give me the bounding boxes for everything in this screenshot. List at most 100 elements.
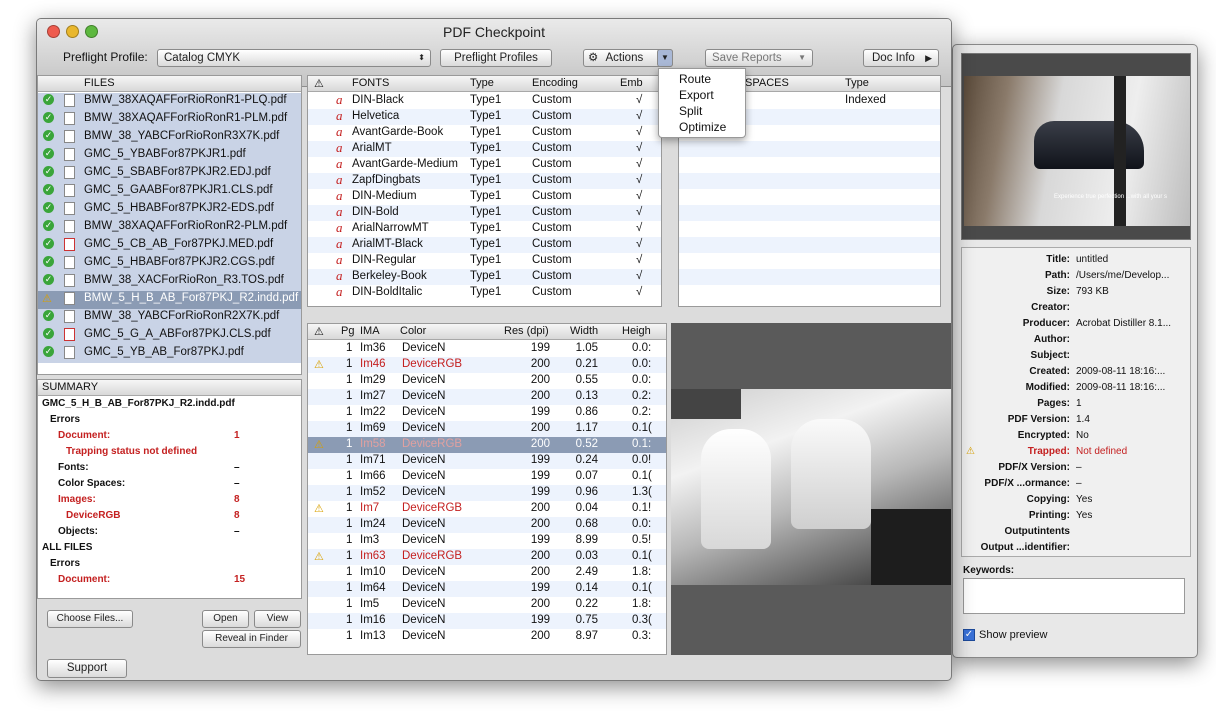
menu-item-optimize[interactable]: Optimize [679, 120, 726, 134]
font-row[interactable]: a DIN-BoldItalic Type1 Custom √ [308, 284, 661, 301]
space-row[interactable] [679, 253, 940, 269]
space-row[interactable] [679, 269, 940, 285]
image-row[interactable]: 1 Im10 DeviceN 200 2.49 1.8: [308, 565, 666, 581]
menu-item-split[interactable]: Split [679, 104, 702, 118]
file-row[interactable]: ✓ GMC_5_CB_AB_For87PKJ.MED.pdf [38, 237, 301, 255]
space-row[interactable] [679, 189, 940, 205]
font-row[interactable]: a Helvetica Type1 Custom √ [308, 108, 661, 125]
image-width: 0.07 [575, 470, 598, 482]
image-row[interactable]: 1 Im36 DeviceN 199 1.05 0.0: [308, 341, 666, 357]
font-row[interactable]: a ArialMT-Black Type1 Custom √ [308, 236, 661, 253]
image-color: DeviceRGB [402, 502, 463, 514]
image-row[interactable]: ⚠ 1 Im58 DeviceRGB 200 0.52 0.1: [308, 437, 666, 453]
image-row[interactable]: 1 Im3 DeviceN 199 8.99 0.5! [308, 533, 666, 549]
file-row[interactable]: ✓ BMW_38XAQAFForRioRonR2-PLM.pdf [38, 219, 301, 237]
image-row[interactable]: 1 Im27 DeviceN 200 0.13 0.2: [308, 389, 666, 405]
info-key: Trapped: [1027, 446, 1070, 457]
file-row[interactable]: ✓ GMC_5_GAABFor87PKJR1.CLS.pdf [38, 183, 301, 201]
space-row[interactable] [679, 205, 940, 221]
image-row[interactable]: 1 Im13 DeviceN 200 8.97 0.3: [308, 629, 666, 645]
font-row[interactable]: a AvantGarde-Book Type1 Custom √ [308, 124, 661, 141]
support-button[interactable]: Support [47, 659, 127, 678]
file-row[interactable]: ✓ BMW_38XAQAFForRioRonR1-PLM.pdf [38, 111, 301, 129]
font-row[interactable]: a ZapfDingbats Type1 Custom √ [308, 172, 661, 189]
font-row[interactable]: a ArialNarrowMT Type1 Custom √ [308, 220, 661, 237]
font-cell: Type1 [470, 142, 502, 154]
font-cell: √ [636, 110, 643, 122]
font-row[interactable]: a AvantGarde-Medium Type1 Custom √ [308, 156, 661, 173]
file-row[interactable]: ✓ BMW_38_YABCForRioRonR3X7K.pdf [38, 129, 301, 147]
font-cell: √ [636, 190, 643, 202]
space-row[interactable] [679, 141, 940, 157]
thumbnail-caption: Experience true perfection ...with all y… [1054, 194, 1168, 200]
file-row[interactable]: ✓ GMC_5_HBABFor87PKJR2.CGS.pdf [38, 255, 301, 273]
file-row[interactable]: ⚠ BMW_5_H_B_AB_For87PKJ_R2.indd.pdf [38, 291, 301, 309]
show-preview-checkbox[interactable]: ✓ [963, 629, 975, 641]
image-row[interactable]: 1 Im64 DeviceN 199 0.14 0.1( [308, 581, 666, 597]
menu-item-export[interactable]: Export [679, 88, 714, 102]
file-name: GMC_5_SBABFor87PKJR2.EDJ.pdf [84, 166, 271, 178]
summary-line: Fonts: [58, 462, 89, 473]
font-icon: a [336, 268, 343, 283]
open-button[interactable]: Open [202, 610, 249, 628]
preflight-profile-select[interactable]: Catalog CMYK ⬍ [157, 49, 431, 67]
doc-info-button[interactable]: Doc Info ▶ [863, 49, 939, 67]
space-row[interactable] [679, 285, 940, 301]
image-color: DeviceN [402, 630, 446, 642]
image-row[interactable]: 1 Im16 DeviceN 199 0.75 0.3( [308, 613, 666, 629]
image-row[interactable]: ⚠ 1 Im46 DeviceRGB 200 0.21 0.0: [308, 357, 666, 373]
preflight-profiles-button[interactable]: Preflight Profiles [440, 49, 552, 67]
gear-icon: ⚙ [588, 52, 599, 64]
image-row[interactable]: 1 Im66 DeviceN 199 0.07 0.1( [308, 469, 666, 485]
summary-line: Color Spaces: [58, 478, 126, 489]
font-row[interactable]: a ArialMT Type1 Custom √ [308, 140, 661, 157]
image-color: DeviceN [402, 566, 446, 578]
space-row[interactable] [679, 221, 940, 237]
image-color: DeviceRGB [402, 438, 463, 450]
image-row[interactable]: 1 Im52 DeviceN 199 0.96 1.3( [308, 485, 666, 501]
image-width: 0.14 [575, 582, 598, 594]
space-row[interactable] [679, 237, 940, 253]
file-row[interactable]: ✓ GMC_5_SBABFor87PKJR2.EDJ.pdf [38, 165, 301, 183]
space-row[interactable] [679, 173, 940, 189]
font-row[interactable]: a DIN-Black Type1 Custom √ [308, 92, 661, 109]
file-row[interactable]: ✓ BMW_38_YABCForRioRonR2X7K.pdf [38, 309, 301, 327]
image-res: 199 [530, 486, 550, 498]
image-width: 0.86 [575, 406, 598, 418]
actions-menu-arrow[interactable]: ▼ [657, 49, 673, 67]
image-name: Im22 [360, 406, 386, 418]
choose-files-button[interactable]: Choose Files... [47, 610, 133, 628]
font-row[interactable]: a DIN-Bold Type1 Custom √ [308, 204, 661, 221]
image-row[interactable]: ⚠ 1 Im7 DeviceRGB 200 0.04 0.1! [308, 501, 666, 517]
file-name: BMW_38_XACForRioRon_R3.TOS.pdf [84, 274, 284, 286]
keywords-field[interactable] [963, 578, 1185, 614]
images-col-name: IMA [360, 325, 380, 337]
images-col-height: Heigh [622, 325, 651, 337]
view-button[interactable]: View [254, 610, 301, 628]
actions-menu: Route Export Split Optimize [658, 68, 746, 138]
file-row[interactable]: ✓ GMC_5_YB_AB_For87PKJ.pdf [38, 345, 301, 363]
font-row[interactable]: a DIN-Medium Type1 Custom √ [308, 188, 661, 205]
menu-item-route[interactable]: Route [679, 72, 711, 86]
space-row[interactable] [679, 157, 940, 173]
image-row[interactable]: 1 Im71 DeviceN 199 0.24 0.0! [308, 453, 666, 469]
reveal-in-finder-button[interactable]: Reveal in Finder [202, 630, 301, 648]
file-row[interactable]: ✓ BMW_38_XACForRioRon_R3.TOS.pdf [38, 273, 301, 291]
font-row[interactable]: a Berkeley-Book Type1 Custom √ [308, 268, 661, 285]
image-row[interactable]: 1 Im22 DeviceN 199 0.86 0.2: [308, 405, 666, 421]
summary-line: Objects: [58, 526, 99, 537]
font-row[interactable]: a DIN-Regular Type1 Custom √ [308, 252, 661, 269]
preflight-profile-label: Preflight Profile: [63, 50, 148, 64]
font-icon: a [336, 108, 343, 123]
file-row[interactable]: ✓ GMC_5_G_A_ABFor87PKJ.CLS.pdf [38, 327, 301, 345]
file-row[interactable]: ✓ BMW_38XAQAFForRioRonR1-PLQ.pdf [38, 93, 301, 111]
image-row[interactable]: ⚠ 1 Im63 DeviceRGB 200 0.03 0.1( [308, 549, 666, 565]
file-row[interactable]: ✓ GMC_5_HBABFor87PKJR2-EDS.pdf [38, 201, 301, 219]
image-row[interactable]: 1 Im29 DeviceN 200 0.55 0.0: [308, 373, 666, 389]
image-row[interactable]: 1 Im24 DeviceN 200 0.68 0.0: [308, 517, 666, 533]
file-row[interactable]: ✓ GMC_5_YBABFor87PKJR1.pdf [38, 147, 301, 165]
save-reports-button[interactable]: Save Reports ▼ [705, 49, 813, 67]
check-icon: ✓ [43, 328, 54, 339]
image-row[interactable]: 1 Im5 DeviceN 200 0.22 1.8: [308, 597, 666, 613]
image-row[interactable]: 1 Im69 DeviceN 200 1.17 0.1( [308, 421, 666, 437]
